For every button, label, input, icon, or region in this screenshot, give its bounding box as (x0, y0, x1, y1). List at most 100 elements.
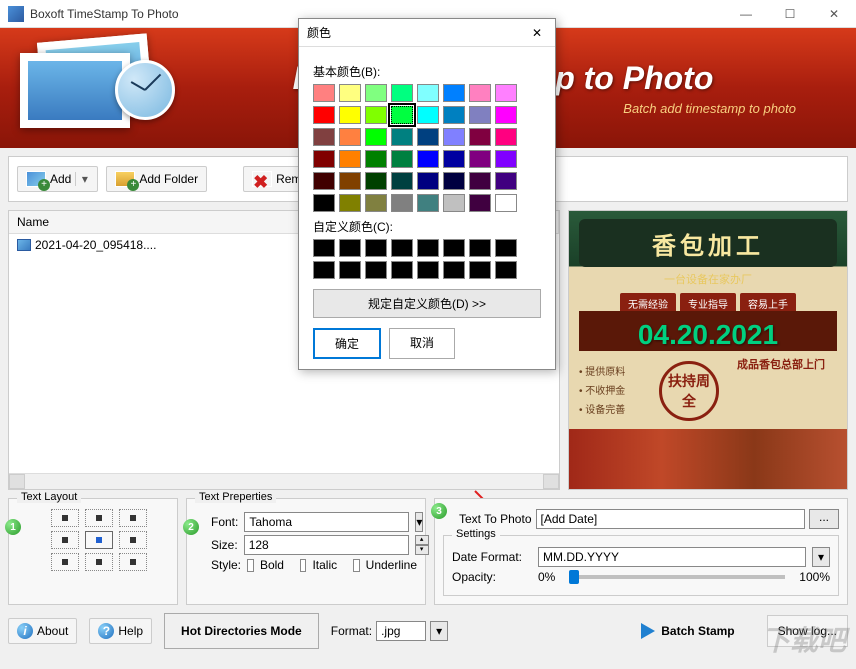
add-dropdown[interactable]: ▾ (75, 172, 89, 186)
scroll-left-button[interactable] (9, 474, 25, 489)
layout-pos-ml[interactable] (51, 531, 79, 549)
layout-pos-mc[interactable] (85, 531, 113, 549)
basic-color-cell[interactable] (417, 172, 439, 190)
basic-color-cell[interactable] (417, 194, 439, 212)
slider-thumb[interactable] (569, 570, 579, 584)
basic-color-cell[interactable] (391, 150, 413, 168)
basic-color-cell[interactable] (443, 194, 465, 212)
basic-color-cell[interactable] (469, 128, 491, 146)
basic-color-cell[interactable] (391, 106, 413, 124)
size-spinner[interactable]: ▴▾ (415, 535, 429, 555)
scroll-right-button[interactable] (543, 474, 559, 489)
text-to-photo-input[interactable] (536, 509, 806, 529)
custom-color-cell[interactable] (339, 239, 361, 257)
custom-color-cell[interactable] (417, 261, 439, 279)
basic-color-cell[interactable] (495, 150, 517, 168)
minimize-button[interactable]: — (724, 0, 768, 28)
layout-pos-tc[interactable] (85, 509, 113, 527)
bold-checkbox[interactable] (247, 559, 254, 572)
opacity-slider[interactable] (569, 575, 785, 579)
format-dropdown[interactable]: ▾ (430, 621, 448, 641)
basic-color-cell[interactable] (339, 128, 361, 146)
batch-stamp-button[interactable]: Batch Stamp (621, 615, 754, 647)
basic-color-cell[interactable] (495, 194, 517, 212)
horizontal-scrollbar[interactable] (9, 473, 559, 489)
basic-color-cell[interactable] (495, 128, 517, 146)
basic-color-cell[interactable] (365, 194, 387, 212)
basic-color-cell[interactable] (443, 84, 465, 102)
custom-color-cell[interactable] (313, 261, 335, 279)
custom-color-cell[interactable] (339, 261, 361, 279)
basic-color-cell[interactable] (365, 128, 387, 146)
basic-color-cell[interactable] (443, 128, 465, 146)
custom-color-cell[interactable] (391, 239, 413, 257)
basic-color-cell[interactable] (391, 128, 413, 146)
font-select[interactable] (244, 512, 409, 532)
basic-color-cell[interactable] (417, 128, 439, 146)
help-button[interactable]: ? Help (89, 618, 152, 644)
color-dialog-close[interactable]: ✕ (527, 26, 547, 40)
custom-color-cell[interactable] (495, 261, 517, 279)
basic-color-cell[interactable] (417, 150, 439, 168)
custom-color-cell[interactable] (365, 261, 387, 279)
custom-color-cell[interactable] (365, 239, 387, 257)
basic-color-cell[interactable] (365, 84, 387, 102)
layout-pos-bl[interactable] (51, 553, 79, 571)
color-cancel-button[interactable]: 取消 (389, 328, 455, 359)
basic-color-cell[interactable] (313, 84, 335, 102)
custom-color-cell[interactable] (417, 239, 439, 257)
basic-color-cell[interactable] (443, 172, 465, 190)
underline-checkbox[interactable] (353, 559, 360, 572)
custom-color-cell[interactable] (391, 261, 413, 279)
basic-color-cell[interactable] (495, 84, 517, 102)
basic-color-cell[interactable] (313, 128, 335, 146)
custom-color-cell[interactable] (443, 261, 465, 279)
layout-pos-bc[interactable] (85, 553, 113, 571)
color-ok-button[interactable]: 确定 (313, 328, 381, 359)
basic-color-cell[interactable] (339, 106, 361, 124)
layout-pos-tr[interactable] (119, 509, 147, 527)
basic-color-cell[interactable] (339, 84, 361, 102)
basic-color-cell[interactable] (391, 84, 413, 102)
basic-color-cell[interactable] (313, 172, 335, 190)
date-format-select[interactable] (538, 547, 806, 567)
hot-directories-button[interactable]: Hot Directories Mode (164, 613, 319, 649)
basic-color-cell[interactable] (365, 172, 387, 190)
date-format-dropdown[interactable]: ▾ (812, 547, 830, 567)
basic-color-cell[interactable] (339, 150, 361, 168)
basic-color-cell[interactable] (469, 106, 491, 124)
basic-color-cell[interactable] (313, 194, 335, 212)
italic-checkbox[interactable] (300, 559, 307, 572)
custom-color-cell[interactable] (469, 261, 491, 279)
basic-color-cell[interactable] (469, 194, 491, 212)
maximize-button[interactable]: ☐ (768, 0, 812, 28)
basic-color-cell[interactable] (313, 150, 335, 168)
custom-color-cell[interactable] (443, 239, 465, 257)
basic-color-cell[interactable] (469, 150, 491, 168)
add-button[interactable]: Add ▾ (17, 166, 98, 192)
basic-color-cell[interactable] (495, 106, 517, 124)
basic-color-cell[interactable] (495, 172, 517, 190)
font-dropdown[interactable]: ▾ (415, 512, 423, 532)
basic-color-cell[interactable] (469, 84, 491, 102)
basic-color-cell[interactable] (391, 194, 413, 212)
basic-color-cell[interactable] (365, 106, 387, 124)
layout-pos-mr[interactable] (119, 531, 147, 549)
basic-color-cell[interactable] (417, 106, 439, 124)
custom-color-cell[interactable] (469, 239, 491, 257)
add-folder-button[interactable]: Add Folder (106, 166, 207, 192)
about-button[interactable]: i About (8, 618, 77, 644)
basic-color-cell[interactable] (391, 172, 413, 190)
custom-color-cell[interactable] (313, 239, 335, 257)
basic-color-cell[interactable] (365, 150, 387, 168)
basic-color-cell[interactable] (339, 194, 361, 212)
size-input[interactable] (244, 535, 409, 555)
basic-color-cell[interactable] (469, 172, 491, 190)
basic-color-cell[interactable] (443, 150, 465, 168)
close-button[interactable]: ✕ (812, 0, 856, 28)
basic-color-cell[interactable] (313, 106, 335, 124)
layout-pos-br[interactable] (119, 553, 147, 571)
format-select[interactable] (376, 621, 426, 641)
show-log-button[interactable]: Show log... (767, 615, 848, 647)
custom-color-cell[interactable] (495, 239, 517, 257)
